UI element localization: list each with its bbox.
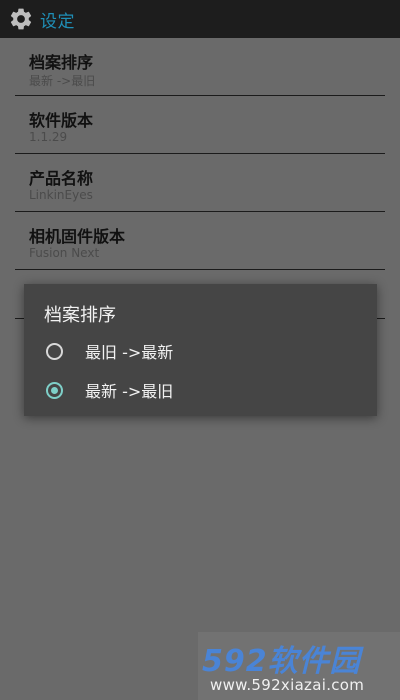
setting-value: 1.1.29: [29, 130, 68, 144]
setting-file-sort[interactable]: 档案排序 最新 ->最旧: [15, 38, 385, 96]
dialog-title: 档案排序: [44, 305, 116, 326]
settings-list: 档案排序 最新 ->最旧 软件版本 1.1.29 产品名称 LinkinEyes…: [0, 38, 400, 270]
option-label: 最旧 ->最新: [85, 343, 174, 362]
app-bar: 设定: [0, 0, 400, 38]
radio-checked-icon[interactable]: [46, 381, 63, 399]
setting-label: 软件版本: [29, 111, 94, 130]
watermark-url: www.592xiazai.com: [210, 676, 365, 694]
setting-value: LinkinEyes: [29, 188, 93, 202]
setting-value: 最新 ->最旧: [29, 74, 96, 88]
option-newest-first[interactable]: 最新 ->最旧: [24, 371, 377, 409]
watermark: 592软件园 www.592xiazai.com: [198, 632, 400, 700]
setting-label: 相机固件版本: [29, 227, 126, 246]
watermark-brand: 592软件园: [202, 644, 361, 679]
settings-screen: 设定 档案排序 最新 ->最旧 软件版本 1.1.29 产品名称 LinkinE…: [0, 0, 400, 700]
gear-icon[interactable]: [8, 6, 34, 32]
radio-unchecked-icon[interactable]: [46, 342, 63, 360]
setting-label: 档案排序: [29, 53, 94, 72]
setting-product-name[interactable]: 产品名称 LinkinEyes: [15, 154, 385, 212]
option-label: 最新 ->最旧: [85, 382, 174, 401]
sort-order-dialog: 档案排序 最旧 ->最新 最新 ->最旧: [24, 284, 377, 416]
setting-value: Fusion Next: [29, 246, 100, 260]
setting-camera-firmware-version[interactable]: 相机固件版本 Fusion Next: [15, 212, 385, 270]
radio-dot: [51, 386, 58, 394]
option-oldest-first[interactable]: 最旧 ->最新: [24, 332, 377, 370]
page-title: 设定: [40, 11, 75, 32]
setting-software-version[interactable]: 软件版本 1.1.29: [15, 96, 385, 154]
setting-label: 产品名称: [29, 169, 94, 188]
